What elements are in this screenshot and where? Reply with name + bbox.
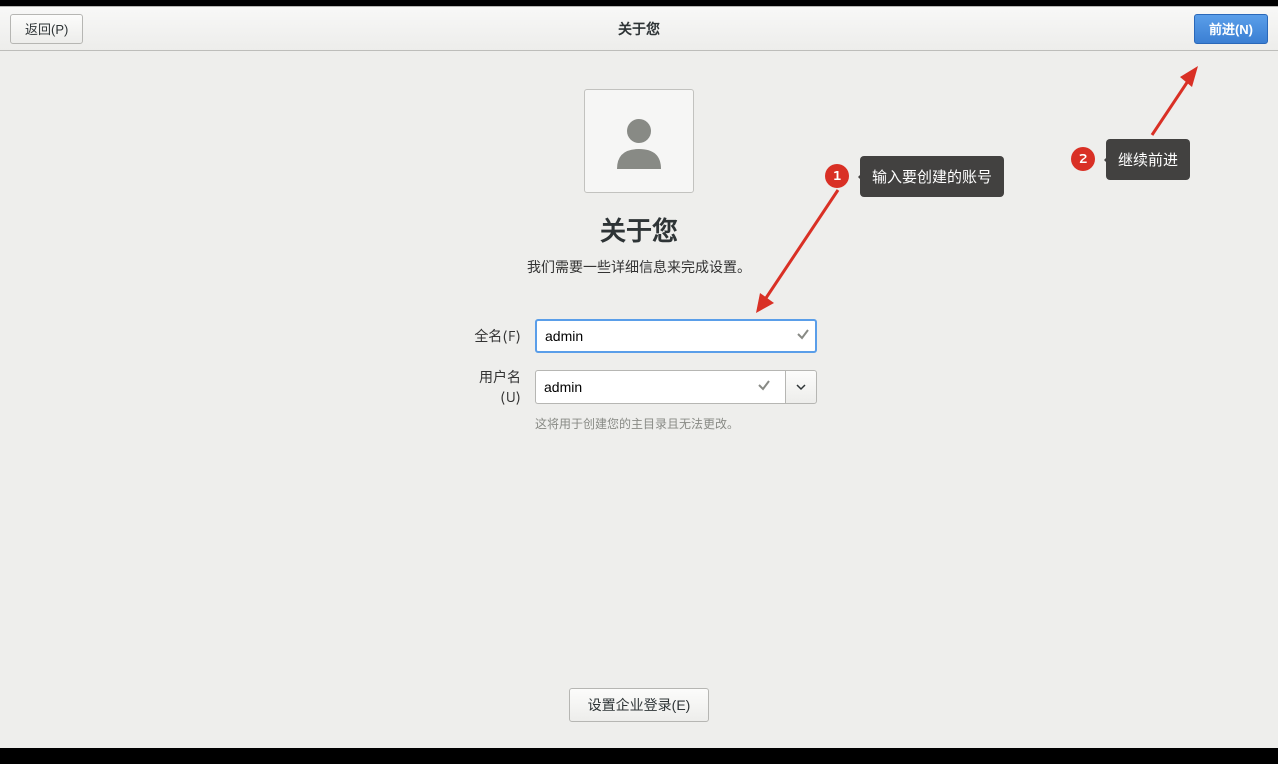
annotation-badge-2: 2 bbox=[1071, 147, 1095, 171]
username-dropdown-button[interactable] bbox=[785, 370, 817, 404]
person-icon bbox=[609, 111, 669, 171]
username-combo bbox=[535, 370, 817, 404]
page-heading: 关于您 bbox=[600, 211, 678, 249]
username-label: 用户名(U) bbox=[461, 367, 521, 407]
annotation-tip-1: 输入要创建的账号 bbox=[860, 156, 1004, 197]
enterprise-area: 设置企业登录(E) bbox=[0, 688, 1278, 722]
window-title: 关于您 bbox=[0, 19, 1278, 39]
account-form: 全名(F) 用户名(U) bbox=[461, 319, 817, 432]
enterprise-login-button[interactable]: 设置企业登录(E) bbox=[569, 688, 710, 722]
username-hint: 这将用于创建您的主目录且无法更改。 bbox=[535, 415, 817, 432]
back-button[interactable]: 返回(P) bbox=[10, 14, 83, 44]
forward-button[interactable]: 前进(N) bbox=[1194, 14, 1268, 44]
username-entry bbox=[535, 370, 785, 404]
page-subheading: 我们需要一些详细信息来完成设置。 bbox=[527, 257, 751, 277]
annotation-tip-2: 继续前进 bbox=[1106, 139, 1190, 180]
avatar-placeholder[interactable] bbox=[584, 89, 694, 193]
check-icon bbox=[751, 378, 777, 397]
header-bar: 返回(P) 关于您 前进(N) bbox=[0, 7, 1278, 51]
annotation-arrow-1 bbox=[752, 185, 843, 313]
fullname-input[interactable] bbox=[537, 321, 791, 351]
fullname-input-wrap bbox=[535, 319, 817, 353]
annotation-badge-1: 1 bbox=[825, 164, 849, 188]
setup-window: 返回(P) 关于您 前进(N) 关于您 我们需要一些详细信息来完成设置。 全名(… bbox=[0, 6, 1278, 748]
chevron-down-icon bbox=[796, 382, 806, 392]
content-area: 关于您 我们需要一些详细信息来完成设置。 全名(F) 用户名(U) bbox=[0, 51, 1278, 748]
annotation-arrow-2 bbox=[1144, 59, 1204, 139]
username-input[interactable] bbox=[544, 379, 751, 395]
check-icon bbox=[791, 327, 815, 346]
fullname-label: 全名(F) bbox=[461, 326, 521, 346]
